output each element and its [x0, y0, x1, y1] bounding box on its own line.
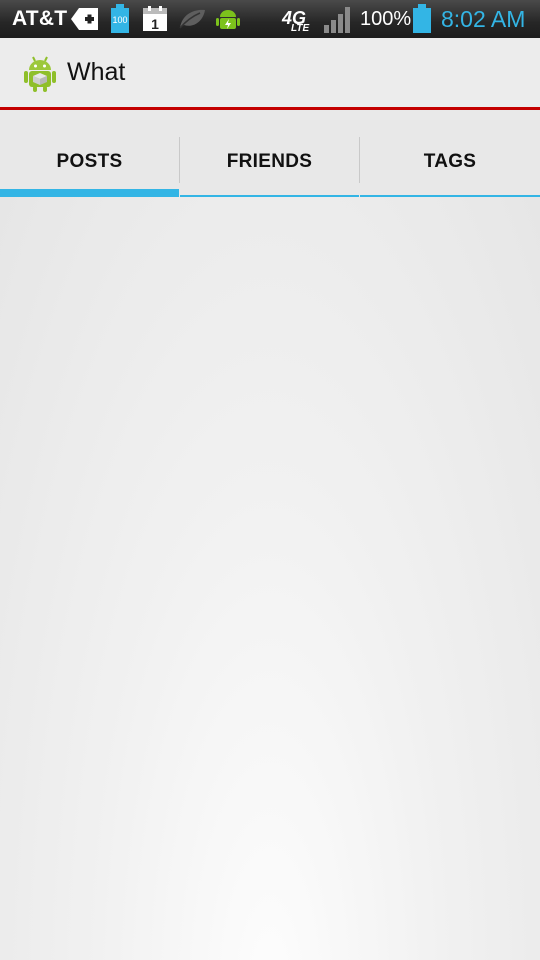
storage-level: 100 — [112, 15, 127, 25]
tab-bar: POSTS FRIENDS TAGS — [0, 120, 540, 197]
tab-posts[interactable]: POSTS — [0, 120, 179, 197]
calendar-day: 1 — [151, 16, 159, 32]
tab-content-area — [0, 197, 540, 960]
tab-friends[interactable]: FRIENDS — [180, 120, 359, 197]
action-bar: What — [0, 38, 540, 110]
app-title: What — [67, 58, 126, 86]
leaf-icon — [178, 8, 206, 35]
signal-strength-icon — [323, 6, 353, 39]
status-bar: AT&T 100 1 4G LTE 100% 8:02 AM — [0, 0, 540, 38]
battery-percent: 100% — [360, 8, 412, 30]
calendar-icon: 1 — [142, 6, 168, 37]
storage-icon: 100 — [110, 4, 130, 39]
network-type-icon: 4G LTE — [282, 9, 316, 35]
tab-label: POSTS — [56, 151, 123, 172]
voicemail-icon — [70, 7, 100, 36]
tab-tags[interactable]: TAGS — [360, 120, 540, 197]
clock: 8:02 AM — [441, 6, 526, 32]
tab-label: TAGS — [423, 151, 477, 172]
android-icon — [215, 6, 241, 37]
network-sub-label: LTE — [291, 23, 310, 34]
tab-indicator — [0, 189, 179, 197]
battery-icon — [412, 4, 432, 39]
carrier-label: AT&T — [12, 7, 68, 30]
android-app-icon[interactable] — [23, 55, 57, 98]
tab-label: FRIENDS — [226, 151, 313, 172]
